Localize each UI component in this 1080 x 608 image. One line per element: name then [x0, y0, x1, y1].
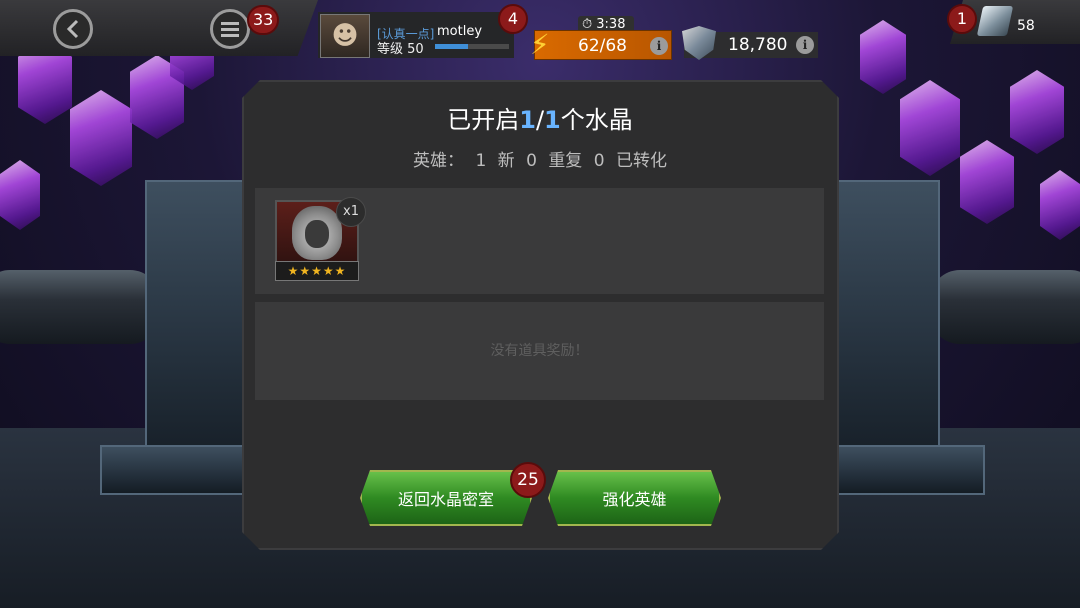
title-opened-count: 1 — [519, 106, 536, 134]
xp-progress-bar — [435, 44, 509, 49]
menu-button[interactable] — [210, 9, 250, 49]
converted-label: 已转化 — [615, 151, 667, 171]
avatar-portrait-icon: ☻ — [331, 21, 359, 51]
new-count: 1 — [475, 151, 487, 171]
hamburger-menu-icon — [221, 22, 239, 37]
hero-summary: 英雄： 1 新 0 重复 0 已转化 — [0, 146, 1080, 171]
title-separator: / — [535, 106, 545, 134]
title-suffix: 个水晶 — [560, 106, 633, 134]
chevron-left-icon — [66, 19, 79, 39]
hero-star-rating: ★★★★★ — [275, 261, 359, 281]
hooded-hero-icon — [292, 206, 342, 260]
hero-quantity: x1 — [336, 197, 366, 227]
energy-value: 62/68 — [578, 36, 627, 56]
upgrade-button-label: 强化英雄 — [602, 490, 667, 509]
player-name: motley — [437, 24, 483, 39]
metal-pipe — [930, 270, 1080, 344]
lightning-bolt-icon: ⚡ — [530, 28, 550, 61]
duplicate-label: 重复 — [548, 151, 583, 171]
crystal-shard-icon — [976, 6, 1014, 36]
crystal-count: 58 — [1017, 18, 1035, 34]
title-prefix: 已开启 — [447, 106, 520, 134]
no-item-rewards-text: 没有道具奖励！ — [490, 343, 589, 359]
return-button-label: 返回水晶密室 — [397, 490, 494, 509]
back-button[interactable] — [53, 9, 93, 49]
energy-info-icon[interactable]: i — [650, 37, 668, 55]
xp-progress-fill — [435, 44, 469, 49]
stone-base — [835, 445, 985, 495]
crystal-notification-badge: 1 — [947, 4, 977, 34]
gold-value: 18,780 — [728, 35, 788, 55]
menu-notification-badge: 33 — [247, 5, 280, 35]
title-total-count: 1 — [544, 106, 561, 134]
return-to-vault-button[interactable]: 返回水晶密室 — [360, 470, 532, 526]
purple-crystal — [1040, 170, 1080, 240]
new-label: 新 — [497, 151, 515, 171]
top-hud: 33 ☻ [认真一点] motley 等级 50 4 ⏱ 3:38 ⚡ 62/6… — [0, 0, 1080, 61]
duplicate-count: 0 — [526, 151, 537, 171]
upgrade-hero-button[interactable]: 强化英雄 — [548, 470, 721, 526]
player-avatar[interactable]: ☻ — [320, 14, 370, 58]
player-level: 等级 50 — [377, 42, 424, 57]
converted-count: 0 — [593, 151, 605, 171]
stone-base — [100, 445, 250, 495]
gold-info-icon[interactable]: i — [796, 36, 814, 54]
return-button-badge: 25 — [510, 462, 546, 498]
stone-pillar — [145, 180, 255, 480]
summary-label: 英雄： — [413, 151, 465, 171]
profile-notification-badge: 4 — [498, 4, 528, 34]
metal-pipe — [0, 270, 160, 344]
stone-pillar — [830, 180, 940, 480]
dialog-title: 已开启1/1个水晶 — [0, 100, 1080, 135]
